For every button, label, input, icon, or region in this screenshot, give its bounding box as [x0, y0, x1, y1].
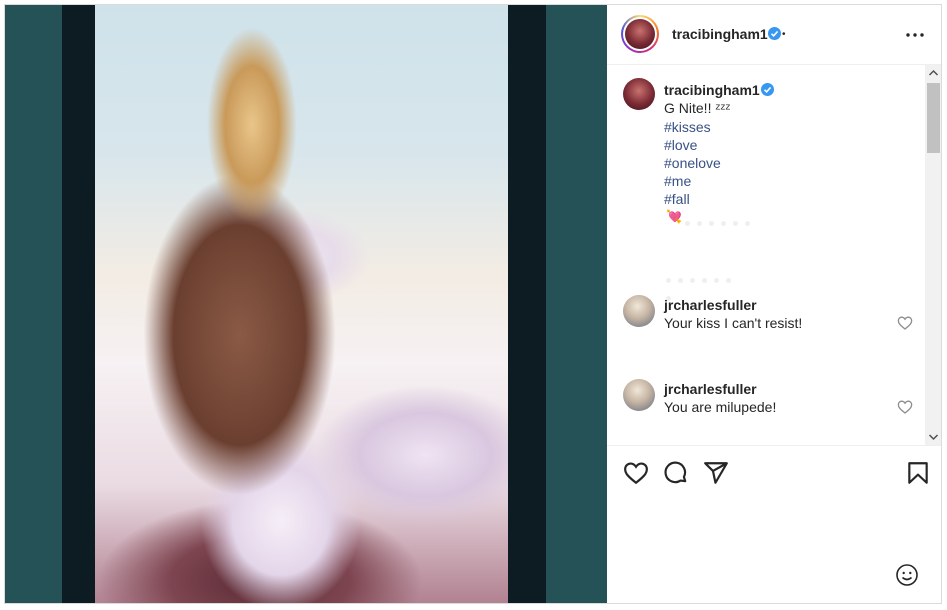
faded-timestamp	[666, 270, 746, 301]
add-comment-bar	[607, 545, 941, 603]
story-ring-avatar[interactable]	[621, 15, 659, 53]
caption-username[interactable]: tracibingham1	[664, 82, 760, 98]
caption-avatar[interactable]	[623, 78, 655, 110]
comments-scrollbar[interactable]	[925, 65, 941, 445]
post-dialog: tracibingham1 • tracibingham1 G Nite!! ᶻ…	[4, 4, 942, 604]
verified-badge-icon	[761, 83, 774, 96]
action-bar	[607, 445, 941, 507]
hashtag-link[interactable]: #me	[664, 173, 691, 189]
scroll-up-arrow-icon[interactable]	[925, 65, 941, 81]
media-border-right	[508, 5, 546, 603]
scrollbar-thumb[interactable]	[927, 83, 940, 153]
comment-heart-icon[interactable]	[897, 399, 913, 415]
caption-text: G Nite!! ᶻᶻᶻ	[664, 100, 731, 116]
comment-text: Your kiss I can't resist!	[664, 315, 803, 331]
hashtag-link[interactable]: #kisses	[664, 119, 711, 135]
comment-username[interactable]: jrcharlesfuller	[664, 381, 757, 397]
comment-icon[interactable]	[663, 460, 689, 486]
commenter-avatar[interactable]	[623, 379, 655, 411]
post-header: tracibingham1 •	[607, 5, 941, 65]
comment-text: You are milupede!	[664, 399, 777, 415]
post-side-panel: tracibingham1 • tracibingham1 G Nite!! ᶻ…	[607, 5, 941, 603]
smiley-icon[interactable]	[895, 563, 919, 587]
comment-username[interactable]: jrcharlesfuller	[664, 297, 757, 313]
bookmark-icon[interactable]	[905, 460, 931, 486]
header-username[interactable]: tracibingham1	[672, 26, 768, 42]
avatar-ring-gap	[623, 17, 657, 51]
post-photo[interactable]	[95, 5, 508, 603]
paper-plane-icon[interactable]	[703, 460, 729, 486]
faded-emoji-row	[685, 213, 765, 226]
hashtag-link[interactable]: #onelove	[664, 155, 721, 171]
heart-icon[interactable]	[623, 460, 649, 486]
comments-section[interactable]: tracibingham1 G Nite!! ᶻᶻᶻ #kisses #love…	[607, 65, 941, 445]
cupid-heart-emoji: 💘	[666, 209, 683, 224]
hashtag-link[interactable]: #love	[664, 137, 697, 153]
commenter-avatar[interactable]	[623, 295, 655, 327]
more-options-icon[interactable]	[903, 23, 927, 47]
avatar[interactable]	[625, 19, 655, 49]
hashtag-link[interactable]: #fall	[664, 191, 690, 207]
post-media[interactable]	[5, 5, 607, 603]
scroll-down-arrow-icon[interactable]	[925, 429, 941, 445]
separator-dot: •	[782, 29, 786, 40]
media-border-left	[62, 5, 95, 603]
comment-heart-icon[interactable]	[897, 315, 913, 331]
verified-badge-icon	[768, 27, 781, 40]
